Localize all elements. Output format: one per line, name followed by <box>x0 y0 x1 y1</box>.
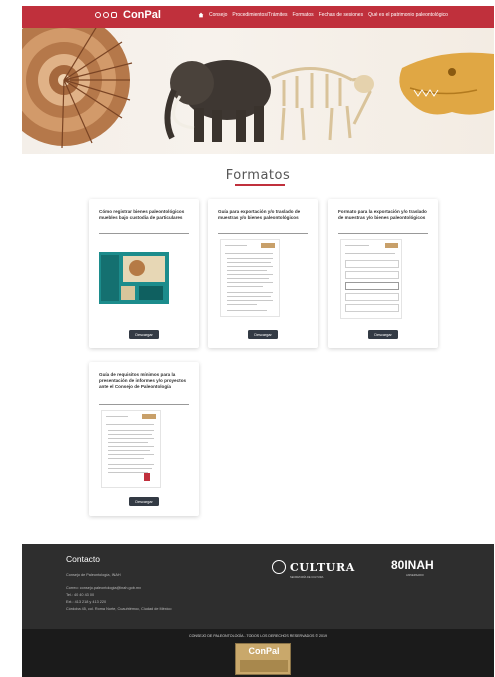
card-divider <box>99 233 189 234</box>
government-seal-icon <box>272 560 286 574</box>
inah-logo[interactable]: 80INAH <box>391 558 434 572</box>
download-button[interactable]: Descargar <box>129 330 159 339</box>
menu-item-patrimonio[interactable]: Qué es el patrimonio paleontológico <box>368 12 448 18</box>
section-title: Formatos <box>225 168 291 183</box>
card-title: Guía de requisitos mínimos para la prese… <box>99 372 187 390</box>
footer-contact-line: Ext.: 413 218 y 413 220 <box>66 600 107 604</box>
cultura-subtitle: SECRETARÍA DE CULTURA <box>290 576 324 579</box>
format-card: Guía de requisitos mínimos para la prese… <box>89 362 199 516</box>
brochure-thumbnail[interactable] <box>99 252 169 304</box>
menu-item-fechas-sesiones[interactable]: Fechas de sesiones <box>319 12 363 18</box>
page: ConPal Consejo Procedimientos/Trámites F… <box>22 0 494 677</box>
cultura-logo[interactable]: CULTURA <box>272 560 355 574</box>
mammoth-illustration-icon <box>164 60 271 142</box>
document-thumbnail[interactable] <box>101 410 161 488</box>
inah-subtitle: ANIVERSARIO <box>406 574 424 577</box>
card-divider <box>338 233 428 234</box>
footer-contact-address: Córdoba 45, col. Roma Norte, Cuauhtémoc,… <box>66 607 172 611</box>
main-menu: Consejo Procedimientos/Trámites Formatos… <box>198 12 448 18</box>
ammonite-fossil-icon <box>22 28 133 149</box>
download-button[interactable]: Descargar <box>248 330 278 339</box>
format-card: Guía para exportación y/o traslado de mu… <box>208 199 318 348</box>
menu-item-consejo[interactable]: Consejo <box>209 12 227 18</box>
section-title-underline <box>235 184 285 186</box>
footer: Contacto Consejo de Paleontología, INAH … <box>22 544 494 629</box>
site-logo[interactable]: ConPal <box>95 9 161 21</box>
ammonite-logo-icon <box>95 10 121 20</box>
top-navbar: ConPal Consejo Procedimientos/Trámites F… <box>22 6 494 28</box>
card-title: Cómo registrar bienes paleontológicos mu… <box>99 209 185 221</box>
mammoth-skeleton-icon <box>271 67 374 141</box>
bottom-bar: CONSEJO DE PALEONTOLOGÍA - TODOS LOS DER… <box>22 629 494 677</box>
home-icon[interactable] <box>198 12 204 18</box>
hero-fossils-illustration <box>22 28 494 149</box>
conpal-footer-logo-text: ConPal <box>248 646 280 656</box>
menu-item-formatos[interactable]: Formatos <box>292 12 313 18</box>
copyright-text: CONSEJO DE PALEONTOLOGÍA - TODOS LOS DER… <box>188 634 328 638</box>
form-thumbnail[interactable] <box>340 239 402 319</box>
format-card: Cómo registrar bienes paleontológicos mu… <box>89 199 199 348</box>
download-button[interactable]: Descargar <box>129 497 159 506</box>
download-button[interactable]: Descargar <box>368 330 398 339</box>
footer-contact-line: Tel.: 40 40 43 00 <box>66 593 95 597</box>
card-title: Formato para la exportación y/o traslado… <box>338 209 427 221</box>
hero-banner <box>22 28 494 154</box>
footer-contact-line: Consejo de Paleontología, INAH <box>66 573 121 577</box>
footer-contact-title: Contacto <box>66 554 101 564</box>
card-divider <box>99 404 189 405</box>
conpal-footer-logo[interactable]: ConPal <box>235 643 291 675</box>
dinosaur-skull-icon <box>399 52 494 115</box>
card-title: Guía para exportación y/o traslado de mu… <box>218 209 301 221</box>
card-divider <box>218 233 308 234</box>
document-thumbnail[interactable] <box>220 239 280 317</box>
cultura-wordmark: CULTURA <box>290 560 355 574</box>
footer-contact-email[interactable]: Correo: consejo.paleontologia@inah.gob.m… <box>66 586 141 590</box>
menu-item-procedimientos[interactable]: Procedimientos/Trámites <box>232 12 287 18</box>
format-card: Formato para la exportación y/o traslado… <box>328 199 438 348</box>
site-logo-text: ConPal <box>123 9 161 21</box>
